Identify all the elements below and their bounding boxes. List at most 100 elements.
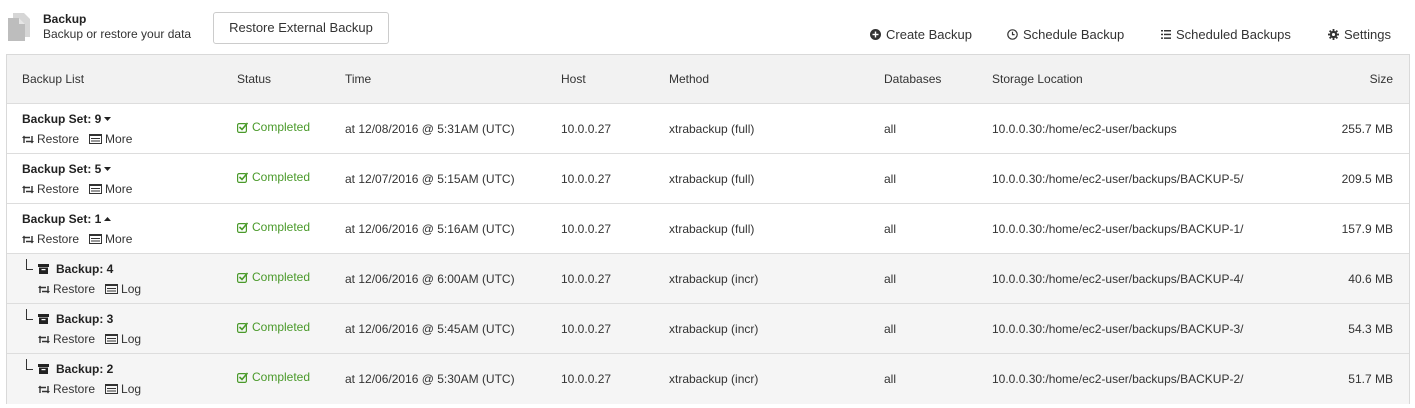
status-text: Completed [252,320,311,334]
plus-circle-icon [870,28,881,40]
retweet-icon [38,335,50,343]
log-link[interactable]: Log [105,332,141,346]
restore-link[interactable]: Restore [38,332,95,346]
size-cell: 157.9 MB [1341,222,1393,236]
databases-cell: all [884,322,897,336]
create-backup-button[interactable]: Create Backup [870,26,972,42]
restore-link[interactable]: Restore [38,282,95,296]
more-label: More [105,182,133,196]
column-header-status: Status [237,72,272,86]
table-row: Backup Set: 5 Restore More Completed at … [7,154,1409,204]
document-icon [8,13,30,41]
time-cell: at 12/06/2016 @ 5:30AM (UTC) [345,372,515,386]
method-cell: xtrabackup (incr) [669,372,759,386]
retweet-icon [38,385,50,393]
databases-cell: all [884,122,897,136]
page-header: Backup Backup or restore your data Resto… [0,0,1415,55]
list-alt-icon [105,384,119,394]
restore-link[interactable]: Restore [22,232,79,246]
backup-set-name: Backup Set: 1 [22,212,102,226]
restore-link[interactable]: Restore [38,382,95,396]
restore-label: Restore [37,182,80,196]
status-badge: Completed [237,370,310,384]
backup-set-toggle[interactable]: Backup Set: 9 [22,112,112,126]
restore-link[interactable]: Restore [22,182,79,196]
size-cell: 255.7 MB [1341,122,1393,136]
log-label: Log [121,282,142,296]
host-cell: 10.0.0.27 [561,372,612,386]
method-cell: xtrabackup (full) [669,122,755,136]
host-cell: 10.0.0.27 [561,272,612,286]
table-header: Backup List Status Time Host Method Data… [7,55,1409,104]
storage-cell: 10.0.0.30:/home/ec2-user/backups [992,122,1177,136]
check-square-icon [237,321,248,333]
create-backup-label: Create Backup [886,26,972,42]
check-square-icon [237,371,248,383]
schedule-backup-label: Schedule Backup [1023,26,1125,42]
more-label: More [105,232,133,246]
clock-icon [1007,28,1018,40]
gear-icon [1328,28,1339,40]
list-alt-icon [105,334,119,344]
status-text: Completed [252,170,311,184]
status-text: Completed [252,370,311,384]
backup-name-text: Backup: 2 [56,362,114,376]
time-cell: at 12/07/2016 @ 5:15AM (UTC) [345,172,515,186]
backup-set-toggle[interactable]: Backup Set: 5 [22,162,112,176]
more-link[interactable]: More [89,182,132,196]
more-link[interactable]: More [89,132,132,146]
host-cell: 10.0.0.27 [561,172,612,186]
restore-external-backup-button[interactable]: Restore External Backup [213,12,389,44]
backup-name-text: Backup: 3 [56,312,114,326]
status-text: Completed [252,220,311,234]
table-row: Backup Set: 1 Restore More Completed at … [7,204,1409,254]
table-row: Backup Set: 9 Restore More Completed at … [7,104,1409,154]
more-label: More [105,132,133,146]
column-header-databases: Databases [884,72,942,86]
settings-button[interactable]: Settings [1328,26,1391,42]
log-link[interactable]: Log [105,382,141,396]
list-alt-icon [89,134,103,144]
restore-label: Restore [37,232,80,246]
scheduled-backups-button[interactable]: Scheduled Backups [1161,26,1291,42]
status-badge: Completed [237,320,310,334]
more-link[interactable]: More [89,232,132,246]
restore-link[interactable]: Restore [22,132,79,146]
list-alt-icon [105,284,119,294]
method-cell: xtrabackup (full) [669,222,755,236]
restore-label: Restore [53,382,96,396]
caret-down-icon [104,167,112,171]
retweet-icon [38,285,50,293]
restore-label: Restore [37,132,80,146]
column-header-host: Host [561,72,586,86]
table-row-child: Backup: 4 Restore Log Completed at 12/06… [7,254,1409,304]
page-title: Backup [43,12,87,26]
retweet-icon [22,135,34,143]
restore-label: Restore [53,332,96,346]
list-alt-icon [89,234,103,244]
column-header-size: Size [1369,72,1393,86]
column-header-method: Method [669,72,710,86]
retweet-icon [22,185,34,193]
status-badge: Completed [237,170,310,184]
host-cell: 10.0.0.27 [561,222,612,236]
log-label: Log [121,332,142,346]
time-cell: at 12/08/2016 @ 5:31AM (UTC) [345,122,515,136]
size-cell: 54.3 MB [1348,322,1393,336]
host-cell: 10.0.0.27 [561,322,612,336]
tree-connector [26,259,33,270]
backup-set-toggle[interactable]: Backup Set: 1 [22,212,112,226]
status-badge: Completed [237,270,310,284]
time-cell: at 12/06/2016 @ 5:45AM (UTC) [345,322,515,336]
method-cell: xtrabackup (incr) [669,322,759,336]
scheduled-backups-label: Scheduled Backups [1176,26,1291,42]
archive-icon [38,364,49,374]
size-cell: 40.6 MB [1348,272,1393,286]
check-square-icon [237,121,248,133]
databases-cell: all [884,372,897,386]
log-link[interactable]: Log [105,282,141,296]
databases-cell: all [884,272,897,286]
tree-connector [26,359,33,370]
schedule-backup-button[interactable]: Schedule Backup [1007,26,1124,42]
backup-name: Backup: 4 [38,262,113,276]
